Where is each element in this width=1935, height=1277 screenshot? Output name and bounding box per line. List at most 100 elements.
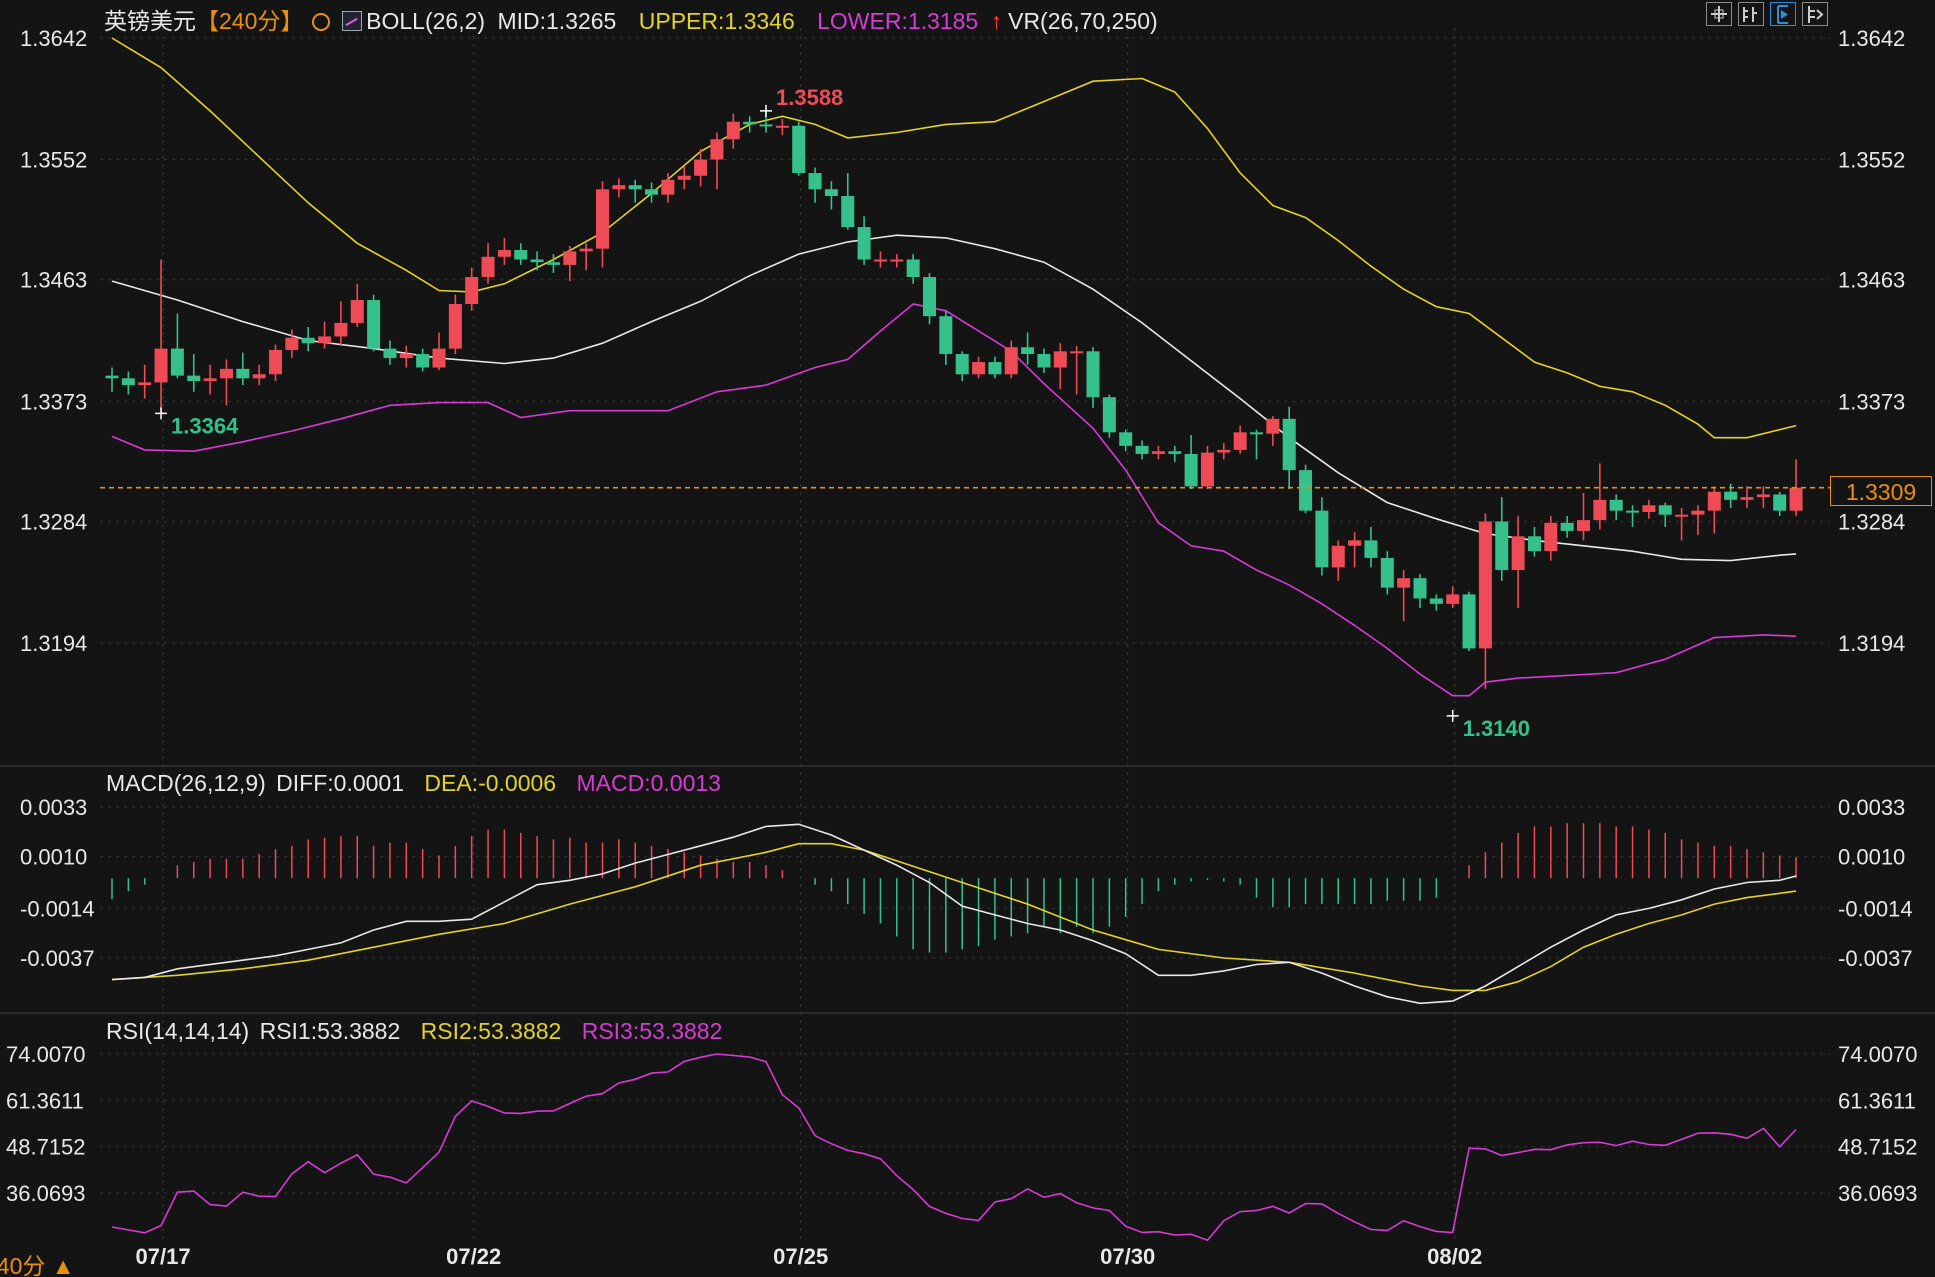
period-button[interactable]: 240分 ▲: [0, 1247, 75, 1277]
candle-body: [154, 348, 168, 383]
candle: [1380, 551, 1394, 595]
candle-body: [775, 125, 789, 128]
candle-body: [1299, 470, 1313, 511]
candle-body: [694, 159, 708, 176]
candle: [1037, 348, 1051, 373]
y-tick-label-right: 1.3284: [1838, 509, 1905, 534]
candle-body: [1053, 351, 1067, 368]
candle-body: [1004, 347, 1018, 375]
candle-body: [1119, 432, 1133, 446]
rsi-params: RSI(14,14,14): [106, 1018, 250, 1044]
indicator-icon[interactable]: [342, 11, 363, 31]
candle: [890, 254, 904, 268]
candle: [1151, 445, 1165, 460]
macd-diff: DIFF:0.0001: [276, 770, 405, 796]
candle-body: [579, 248, 593, 252]
candle: [628, 179, 642, 203]
candle-body: [105, 375, 119, 379]
candle: [1446, 586, 1460, 608]
macd-y-tick-right: 0.0010: [1838, 845, 1905, 870]
x-tick-label: 07/30: [1100, 1244, 1155, 1269]
candle-body: [661, 179, 675, 195]
candle-body: [1429, 598, 1443, 604]
macd-value: MACD:0.0013: [576, 770, 721, 796]
candle: [1642, 499, 1656, 519]
boll-upper-line: [111, 37, 1797, 439]
candle: [955, 351, 969, 382]
candle-body: [1560, 522, 1574, 531]
candle: [481, 243, 495, 284]
candle: [612, 178, 626, 198]
candle-body: [1675, 514, 1689, 517]
candle-body: [350, 299, 364, 323]
y-tick-label-right: 1.3373: [1838, 389, 1905, 414]
candle-body: [138, 382, 152, 386]
chart-canvas[interactable]: 07/17 07/22 07/25 07/30 08/02 1.3642 1.3642 1.3…: [0, 0, 1935, 1277]
candle: [1233, 425, 1247, 454]
candle-body: [219, 368, 233, 379]
macd-y-tick-left: 0.0033: [20, 795, 87, 820]
candle: [1364, 526, 1378, 568]
y-tick-label-left: 1.3284: [20, 509, 87, 534]
candle-body: [1364, 540, 1378, 558]
candle-body: [170, 348, 184, 376]
period-label[interactable]: 【240分】: [196, 8, 303, 34]
candle: [334, 301, 348, 346]
macd-y-tick-right: 0.0033: [1838, 795, 1905, 820]
candle-body: [1331, 545, 1345, 568]
candle: [514, 243, 528, 265]
rsi-y-tick-left: 74.0070: [6, 1042, 86, 1067]
candle: [1675, 507, 1689, 541]
candle-body: [383, 348, 397, 359]
candle: [775, 119, 789, 136]
candle-body: [841, 196, 855, 228]
candle: [1331, 540, 1345, 581]
rsi-y-tick-right: 36.0693: [1838, 1181, 1918, 1206]
extreme-marker: [155, 407, 168, 420]
candle: [1511, 516, 1525, 608]
candle-body: [1740, 497, 1754, 500]
candle-body: [530, 259, 544, 263]
candle: [1053, 343, 1067, 390]
candle: [726, 113, 740, 149]
candle-body: [1315, 510, 1329, 568]
candle: [808, 167, 822, 203]
rsi-y-tick-left: 36.0693: [6, 1181, 86, 1206]
vr-label[interactable]: VR(26,70,250): [1008, 8, 1158, 34]
candle: [154, 259, 168, 414]
candle: [1397, 570, 1411, 622]
rsi-y-tick-right: 74.0070: [1838, 1042, 1918, 1067]
candle-body: [1282, 418, 1296, 471]
candle: [1070, 345, 1084, 395]
candle-body: [988, 362, 1002, 375]
candle-body: [1250, 432, 1263, 435]
candle-body: [1037, 354, 1051, 368]
candle-body: [1233, 432, 1247, 450]
symbol-name: 英镑美元: [104, 8, 196, 34]
x-tick-label: 08/02: [1427, 1244, 1482, 1269]
rsi-legend: RSI(14,14,14) RSI1:53.3882 RSI2:53.3882 …: [106, 1018, 722, 1045]
candle: [873, 251, 887, 268]
candle: [1348, 532, 1362, 568]
extreme-marker: [1446, 709, 1459, 722]
candle-icon[interactable]: [1770, 2, 1796, 26]
candle-body: [1070, 351, 1084, 354]
bar-chart-icon[interactable]: [1738, 2, 1764, 26]
candle: [1299, 464, 1313, 514]
current-price-label: 1.3309: [1830, 476, 1932, 506]
crosshair-icon[interactable]: [1706, 2, 1732, 26]
candle: [579, 243, 593, 271]
expand-icon[interactable]: [1802, 2, 1828, 26]
candle: [170, 313, 184, 379]
boll-lower-line: [111, 303, 1797, 697]
candle-body: [1413, 578, 1427, 599]
candle: [1102, 394, 1116, 438]
candle-body: [269, 349, 282, 375]
candle: [988, 356, 1002, 379]
candle-body: [923, 277, 936, 317]
candle: [1250, 429, 1263, 460]
candle: [1119, 429, 1133, 452]
extreme-price-label: 1.3140: [1463, 716, 1530, 741]
settings-circle-icon[interactable]: [311, 13, 330, 31]
candle: [399, 345, 413, 368]
